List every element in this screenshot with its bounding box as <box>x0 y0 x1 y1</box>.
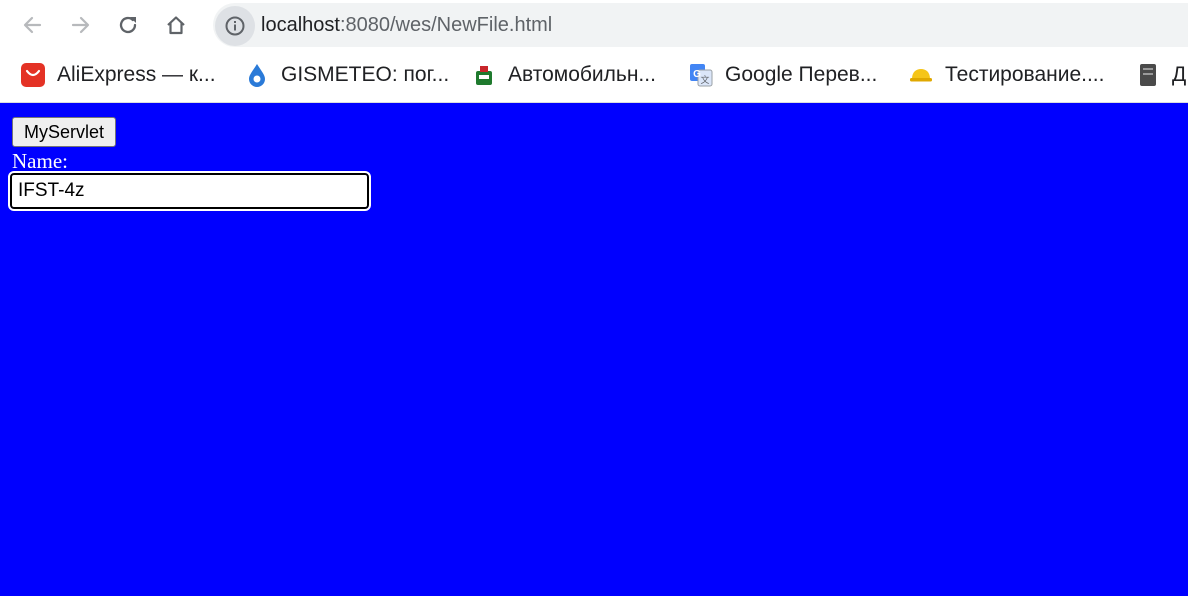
browser-toolbar: localhost:8080/wes/NewFile.html <box>0 0 1188 50</box>
bookmark-auto[interactable]: Автомобильн... <box>472 61 656 89</box>
url-text[interactable]: localhost:8080/wes/NewFile.html <box>261 14 552 36</box>
bookmark-label: GISMETEO: пог... <box>281 63 450 86</box>
bookmark-label: Google Перев... <box>725 63 878 86</box>
bookmark-label: Тестирование.... <box>945 63 1105 86</box>
bookmarks-bar: AliExpress — к... GISMETEO: пог... Автом… <box>0 50 1188 103</box>
myservlet-button[interactable]: MyServlet <box>12 117 117 147</box>
google-translate-icon: G 文 <box>689 63 713 87</box>
page-content: MyServlet Name: <box>0 103 1188 596</box>
bookmark-label: Д <box>1172 63 1187 86</box>
bookmark-document[interactable]: Д <box>1136 61 1186 89</box>
bookmark-gismeteo[interactable]: GISMETEO: пог... <box>245 61 449 89</box>
name-input[interactable] <box>8 171 371 211</box>
url-host: localhost <box>261 14 340 36</box>
bookmark-google-translate[interactable]: G 文 Google Перев... <box>689 61 877 89</box>
reload-button[interactable] <box>110 7 146 43</box>
forward-button[interactable] <box>63 7 99 43</box>
browser-window: localhost:8080/wes/NewFile.html AliExpre… <box>0 0 1188 596</box>
aliexpress-icon <box>21 63 45 87</box>
bookmark-label: AliExpress — к... <box>57 63 216 86</box>
home-button[interactable] <box>158 7 194 43</box>
bookmark-aliexpress[interactable]: AliExpress — к... <box>21 61 216 89</box>
gismeteo-drop-icon <box>245 63 269 87</box>
arrow-left-icon <box>23 16 42 34</box>
car-site-icon <box>472 63 496 87</box>
document-icon <box>1136 63 1160 87</box>
info-icon <box>225 16 245 36</box>
reload-icon <box>119 16 137 34</box>
hard-hat-icon <box>909 63 933 87</box>
bookmark-testing[interactable]: Тестирование.... <box>909 61 1104 89</box>
bookmark-label: Автомобильн... <box>508 63 656 86</box>
name-label: Name: <box>12 149 68 173</box>
arrow-right-icon <box>71 16 90 34</box>
home-icon <box>167 16 185 35</box>
svg-text:文: 文 <box>700 74 709 85</box>
back-button[interactable] <box>14 7 50 43</box>
site-info-button[interactable] <box>215 6 255 46</box>
url-path: :8080/wes/NewFile.html <box>339 14 553 36</box>
address-bar[interactable]: localhost:8080/wes/NewFile.html <box>213 3 1188 47</box>
